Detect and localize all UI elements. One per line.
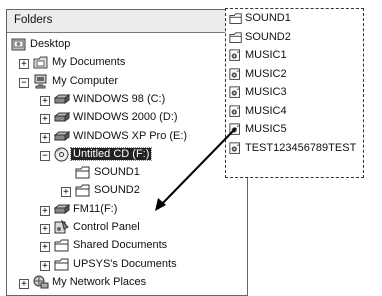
file-item-label: SOUND1 — [245, 12, 291, 24]
tree-item-label: My Network Places — [52, 275, 147, 288]
tree-item[interactable]: Desktop — [7, 37, 247, 53]
file-item-label: MUSIC5 — [245, 123, 287, 135]
tree-item-label: SOUND1 — [94, 166, 140, 179]
folder-icon — [54, 238, 70, 253]
tree-item-label: Shared Documents — [73, 239, 168, 252]
folders-pane: Folders × Desktop+My Documents−My Comput… — [6, 9, 248, 296]
audio-file-icon — [229, 67, 243, 82]
audio-file-icon — [229, 141, 243, 156]
folder-contents-list: SOUND1 SOUND2 MUSIC1 MUSIC2 MUSIC3 MUSIC4 MUSI… — [225, 8, 364, 178]
expand-icon[interactable]: + — [19, 278, 29, 289]
folder-icon — [54, 257, 70, 272]
folders-pane-title: Folders — [14, 14, 53, 26]
hard-drive-icon — [53, 110, 71, 125]
hard-drive-icon — [53, 92, 71, 107]
expand-icon[interactable]: + — [40, 132, 50, 143]
tree-item[interactable]: + My Documents — [7, 55, 247, 71]
hard-drive-icon — [53, 202, 71, 217]
tree-item[interactable]: + WINDOWS 2000 (D:) — [7, 110, 247, 126]
file-item-label: SOUND2 — [245, 30, 291, 43]
expand-icon[interactable]: + — [19, 59, 29, 70]
folder-tree: Desktop + My Documents − My Computer + WINDOWS… — [7, 33, 247, 295]
tree-item[interactable]: SOUND1 — [7, 165, 247, 181]
collapse-icon[interactable]: − — [40, 150, 50, 161]
expand-icon[interactable]: + — [40, 224, 50, 234]
tree-item-label: WINDOWS XP Pro (E:) — [73, 129, 188, 142]
file-item-label: MUSIC1 — [245, 49, 287, 61]
audio-file-icon — [229, 86, 243, 100]
computer-icon — [33, 74, 49, 89]
tree-item-label: My Documents — [52, 56, 126, 69]
tree-item-label: WINDOWS 2000 (D:) — [73, 111, 178, 124]
expand-icon[interactable]: + — [40, 95, 50, 106]
cd-drive-icon — [54, 147, 70, 162]
folder-icon — [229, 31, 243, 45]
tree-item[interactable]: + Control Panel — [7, 219, 247, 236]
tree-item[interactable]: + FM11(F:) — [7, 202, 247, 218]
tree-item[interactable]: − Untitled CD (F:) — [7, 146, 247, 163]
tree-item[interactable]: + My Network Places — [7, 275, 247, 291]
tree-item[interactable]: + WINDOWS 98 (C:) — [7, 92, 247, 108]
tree-item-label: UPSYS's Documents — [73, 257, 177, 270]
expand-icon[interactable]: + — [40, 205, 50, 216]
tree-item[interactable]: + UPSYS's Documents — [7, 257, 247, 273]
tree-item[interactable]: − My Computer — [7, 74, 247, 90]
file-item-label: MUSIC3 — [245, 86, 287, 98]
tree-item[interactable]: + WINDOWS XP Pro (E:) — [7, 129, 247, 145]
tree-item[interactable]: + Shared Documents — [7, 238, 247, 254]
file-item-label: TEST123456789TEST — [245, 141, 357, 154]
collapse-icon[interactable]: − — [19, 77, 29, 88]
audio-file-icon — [229, 104, 243, 119]
expand-icon[interactable]: + — [40, 242, 50, 253]
file-item-label: MUSIC4 — [245, 104, 287, 117]
control-panel-icon — [54, 219, 70, 235]
desktop-icon — [11, 37, 27, 52]
documents-folder-icon — [33, 55, 49, 70]
expand-icon[interactable]: + — [40, 114, 50, 125]
expand-icon[interactable]: + — [40, 260, 50, 271]
audio-file-icon — [229, 123, 243, 137]
tree-item-label: WINDOWS 98 (C:) — [73, 92, 166, 105]
tree-item-label: My Computer — [52, 74, 119, 87]
expand-icon[interactable]: + — [61, 187, 71, 198]
tree-item[interactable]: + SOUND2 — [7, 183, 247, 199]
tree-item-label: Untitled CD (F:) — [69, 146, 153, 161]
tree-item-label: Desktop — [30, 38, 71, 50]
folder-icon — [229, 12, 243, 26]
network-places-icon — [33, 275, 49, 290]
folders-pane-header: Folders × — [7, 10, 247, 33]
tree-item-label: Control Panel — [73, 221, 140, 233]
tree-item-label: FM11(F:) — [73, 202, 118, 215]
tree-item-label: SOUND2 — [94, 184, 140, 197]
folder-icon — [75, 183, 91, 198]
hard-drive-icon — [53, 129, 71, 144]
audio-file-icon — [229, 49, 243, 63]
file-item-label: MUSIC2 — [245, 67, 287, 80]
folder-icon — [75, 165, 91, 180]
